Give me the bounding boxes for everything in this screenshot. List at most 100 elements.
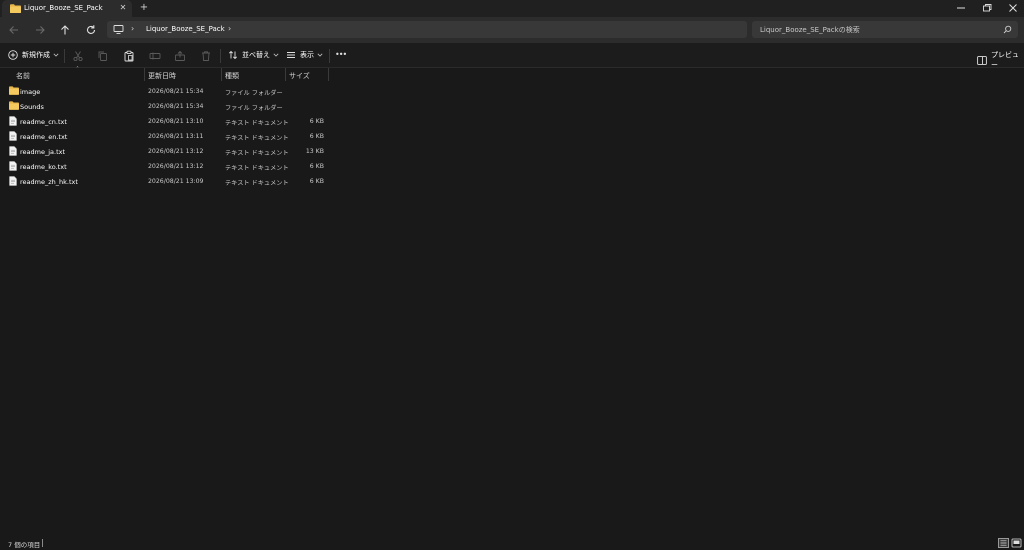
breadcrumb-separator[interactable]: ›	[228, 24, 231, 33]
file-name: Sounds	[20, 103, 44, 111]
close-window-button[interactable]	[1006, 2, 1020, 14]
more-options-label: •••	[335, 50, 347, 59]
file-date: 2026/08/21 15:34	[148, 88, 204, 95]
file-row[interactable]: readme_ja.txt 2026/08/21 13:12 テキスト ドキュメ…	[0, 144, 1024, 159]
tab-liquor-booze-se-pack[interactable]: Liquor_Booze_SE_Pack ✕	[2, 0, 132, 17]
view-list-icon	[286, 50, 296, 60]
search-box[interactable]: Liquor_Booze_SE_Packの検索	[752, 21, 1018, 38]
file-date: 2026/08/21 13:09	[148, 178, 204, 185]
copy-icon[interactable]	[97, 50, 109, 62]
column-divider[interactable]	[221, 68, 222, 81]
toolbar-divider	[64, 49, 65, 63]
back-button[interactable]	[7, 23, 21, 37]
column-divider[interactable]	[285, 68, 286, 81]
toolbar-divider	[220, 49, 221, 63]
file-row[interactable]: Sounds 2026/08/21 15:34 ファイル フォルダー	[0, 99, 1024, 114]
this-pc-icon[interactable]	[113, 24, 124, 35]
chevron-down-icon	[273, 53, 279, 57]
address-bar[interactable]: › Liquor_Booze_SE_Pack ›	[107, 21, 747, 38]
view-button[interactable]: 表示	[286, 50, 323, 60]
forward-button[interactable]	[33, 23, 47, 37]
file-type: テキスト ドキュメント	[225, 165, 289, 172]
preview-pane-label: プレビュー	[991, 51, 1019, 69]
text-file-icon	[9, 161, 17, 171]
file-name: readme_ko.txt	[20, 163, 67, 171]
file-row[interactable]: readme_zh_hk.txt 2026/08/21 13:09 テキスト ド…	[0, 174, 1024, 189]
plus-circle-icon	[8, 50, 18, 60]
breadcrumb-separator[interactable]: ›	[131, 24, 134, 33]
text-file-icon	[9, 131, 17, 141]
refresh-button[interactable]	[84, 23, 98, 37]
file-date: 2026/08/21 15:34	[148, 103, 204, 110]
file-row[interactable]: readme_en.txt 2026/08/21 13:11 テキスト ドキュメ…	[0, 129, 1024, 144]
file-type: テキスト ドキュメント	[225, 120, 289, 127]
item-count: 7 個の項目	[8, 541, 41, 549]
restore-button[interactable]	[980, 2, 994, 14]
file-type: テキスト ドキュメント	[225, 180, 289, 187]
search-icon	[1003, 25, 1012, 34]
file-size: 6 KB	[309, 178, 324, 185]
new-button[interactable]: 新規作成	[8, 50, 59, 60]
folder-icon	[10, 4, 21, 13]
file-type: ファイル フォルダー	[225, 105, 283, 112]
minimize-button[interactable]	[954, 2, 968, 14]
status-bar: 7 個の項目	[0, 536, 1024, 550]
preview-pane-button[interactable]: プレビュー	[977, 50, 1024, 70]
file-type: テキスト ドキュメント	[225, 150, 289, 157]
folder-icon	[9, 86, 19, 95]
sort-indicator-icon: ˄	[76, 66, 79, 73]
sort-button[interactable]: 並べ替え	[228, 50, 279, 60]
new-button-label: 新規作成	[22, 51, 50, 59]
file-size: 6 KB	[309, 133, 324, 140]
file-date: 2026/08/21 13:12	[148, 163, 204, 170]
file-name: image	[20, 88, 41, 96]
column-divider[interactable]	[328, 68, 329, 81]
file-size: 6 KB	[309, 163, 324, 170]
chevron-down-icon	[317, 53, 323, 57]
search-input[interactable]: Liquor_Booze_SE_Packの検索	[760, 25, 860, 35]
paste-icon[interactable]	[123, 50, 135, 62]
command-bar: 新規作成 並べ替え 表示 ••• プレビュー	[0, 43, 1024, 70]
file-row[interactable]: readme_cn.txt 2026/08/21 13:10 テキスト ドキュメ…	[0, 114, 1024, 129]
file-date: 2026/08/21 13:11	[148, 133, 204, 140]
file-size: 13 KB	[305, 148, 324, 155]
sort-arrows-icon	[228, 50, 238, 60]
view-button-label: 表示	[300, 51, 314, 59]
file-date: 2026/08/21 13:10	[148, 118, 204, 125]
breadcrumb-current-folder[interactable]: Liquor_Booze_SE_Pack	[146, 25, 225, 33]
new-tab-button[interactable]: +	[138, 2, 150, 14]
file-row[interactable]: readme_ko.txt 2026/08/21 13:12 テキスト ドキュメ…	[0, 159, 1024, 174]
column-header-size[interactable]: サイズ	[289, 71, 310, 81]
tab-close-button[interactable]: ✕	[118, 3, 128, 13]
delete-icon[interactable]	[200, 50, 212, 62]
sort-button-label: 並べ替え	[242, 51, 270, 59]
file-name: readme_ja.txt	[20, 148, 66, 156]
file-type: テキスト ドキュメント	[225, 135, 289, 142]
status-divider	[42, 539, 43, 547]
rename-icon[interactable]	[149, 50, 161, 62]
chevron-down-icon	[53, 53, 59, 57]
toolbar-divider	[329, 49, 330, 63]
column-header-date[interactable]: 更新日時	[148, 71, 176, 81]
file-name: readme_cn.txt	[20, 118, 67, 126]
text-file-icon	[9, 176, 17, 186]
details-view-button[interactable]	[998, 538, 1009, 548]
column-headers: ˄ 名前 更新日時 種類 サイズ	[0, 66, 1024, 83]
text-file-icon	[9, 116, 17, 126]
column-header-name[interactable]: 名前	[16, 71, 30, 81]
navigation-bar: › Liquor_Booze_SE_Pack › Liquor_Booze_SE…	[0, 17, 1024, 43]
more-options-button[interactable]: •••	[335, 50, 349, 62]
file-size: 6 KB	[309, 118, 324, 125]
share-icon[interactable]	[174, 50, 186, 62]
file-date: 2026/08/21 13:12	[148, 148, 204, 155]
folder-icon	[9, 101, 19, 110]
column-header-type[interactable]: 種類	[225, 71, 239, 81]
preview-pane-icon	[977, 55, 987, 65]
title-bar: Liquor_Booze_SE_Pack ✕ +	[0, 0, 1024, 17]
cut-icon[interactable]	[72, 50, 84, 62]
file-type: ファイル フォルダー	[225, 90, 283, 97]
column-divider[interactable]	[144, 68, 145, 81]
large-icons-view-button[interactable]	[1011, 538, 1022, 548]
up-button[interactable]	[58, 23, 72, 37]
file-row[interactable]: image 2026/08/21 15:34 ファイル フォルダー	[0, 84, 1024, 99]
